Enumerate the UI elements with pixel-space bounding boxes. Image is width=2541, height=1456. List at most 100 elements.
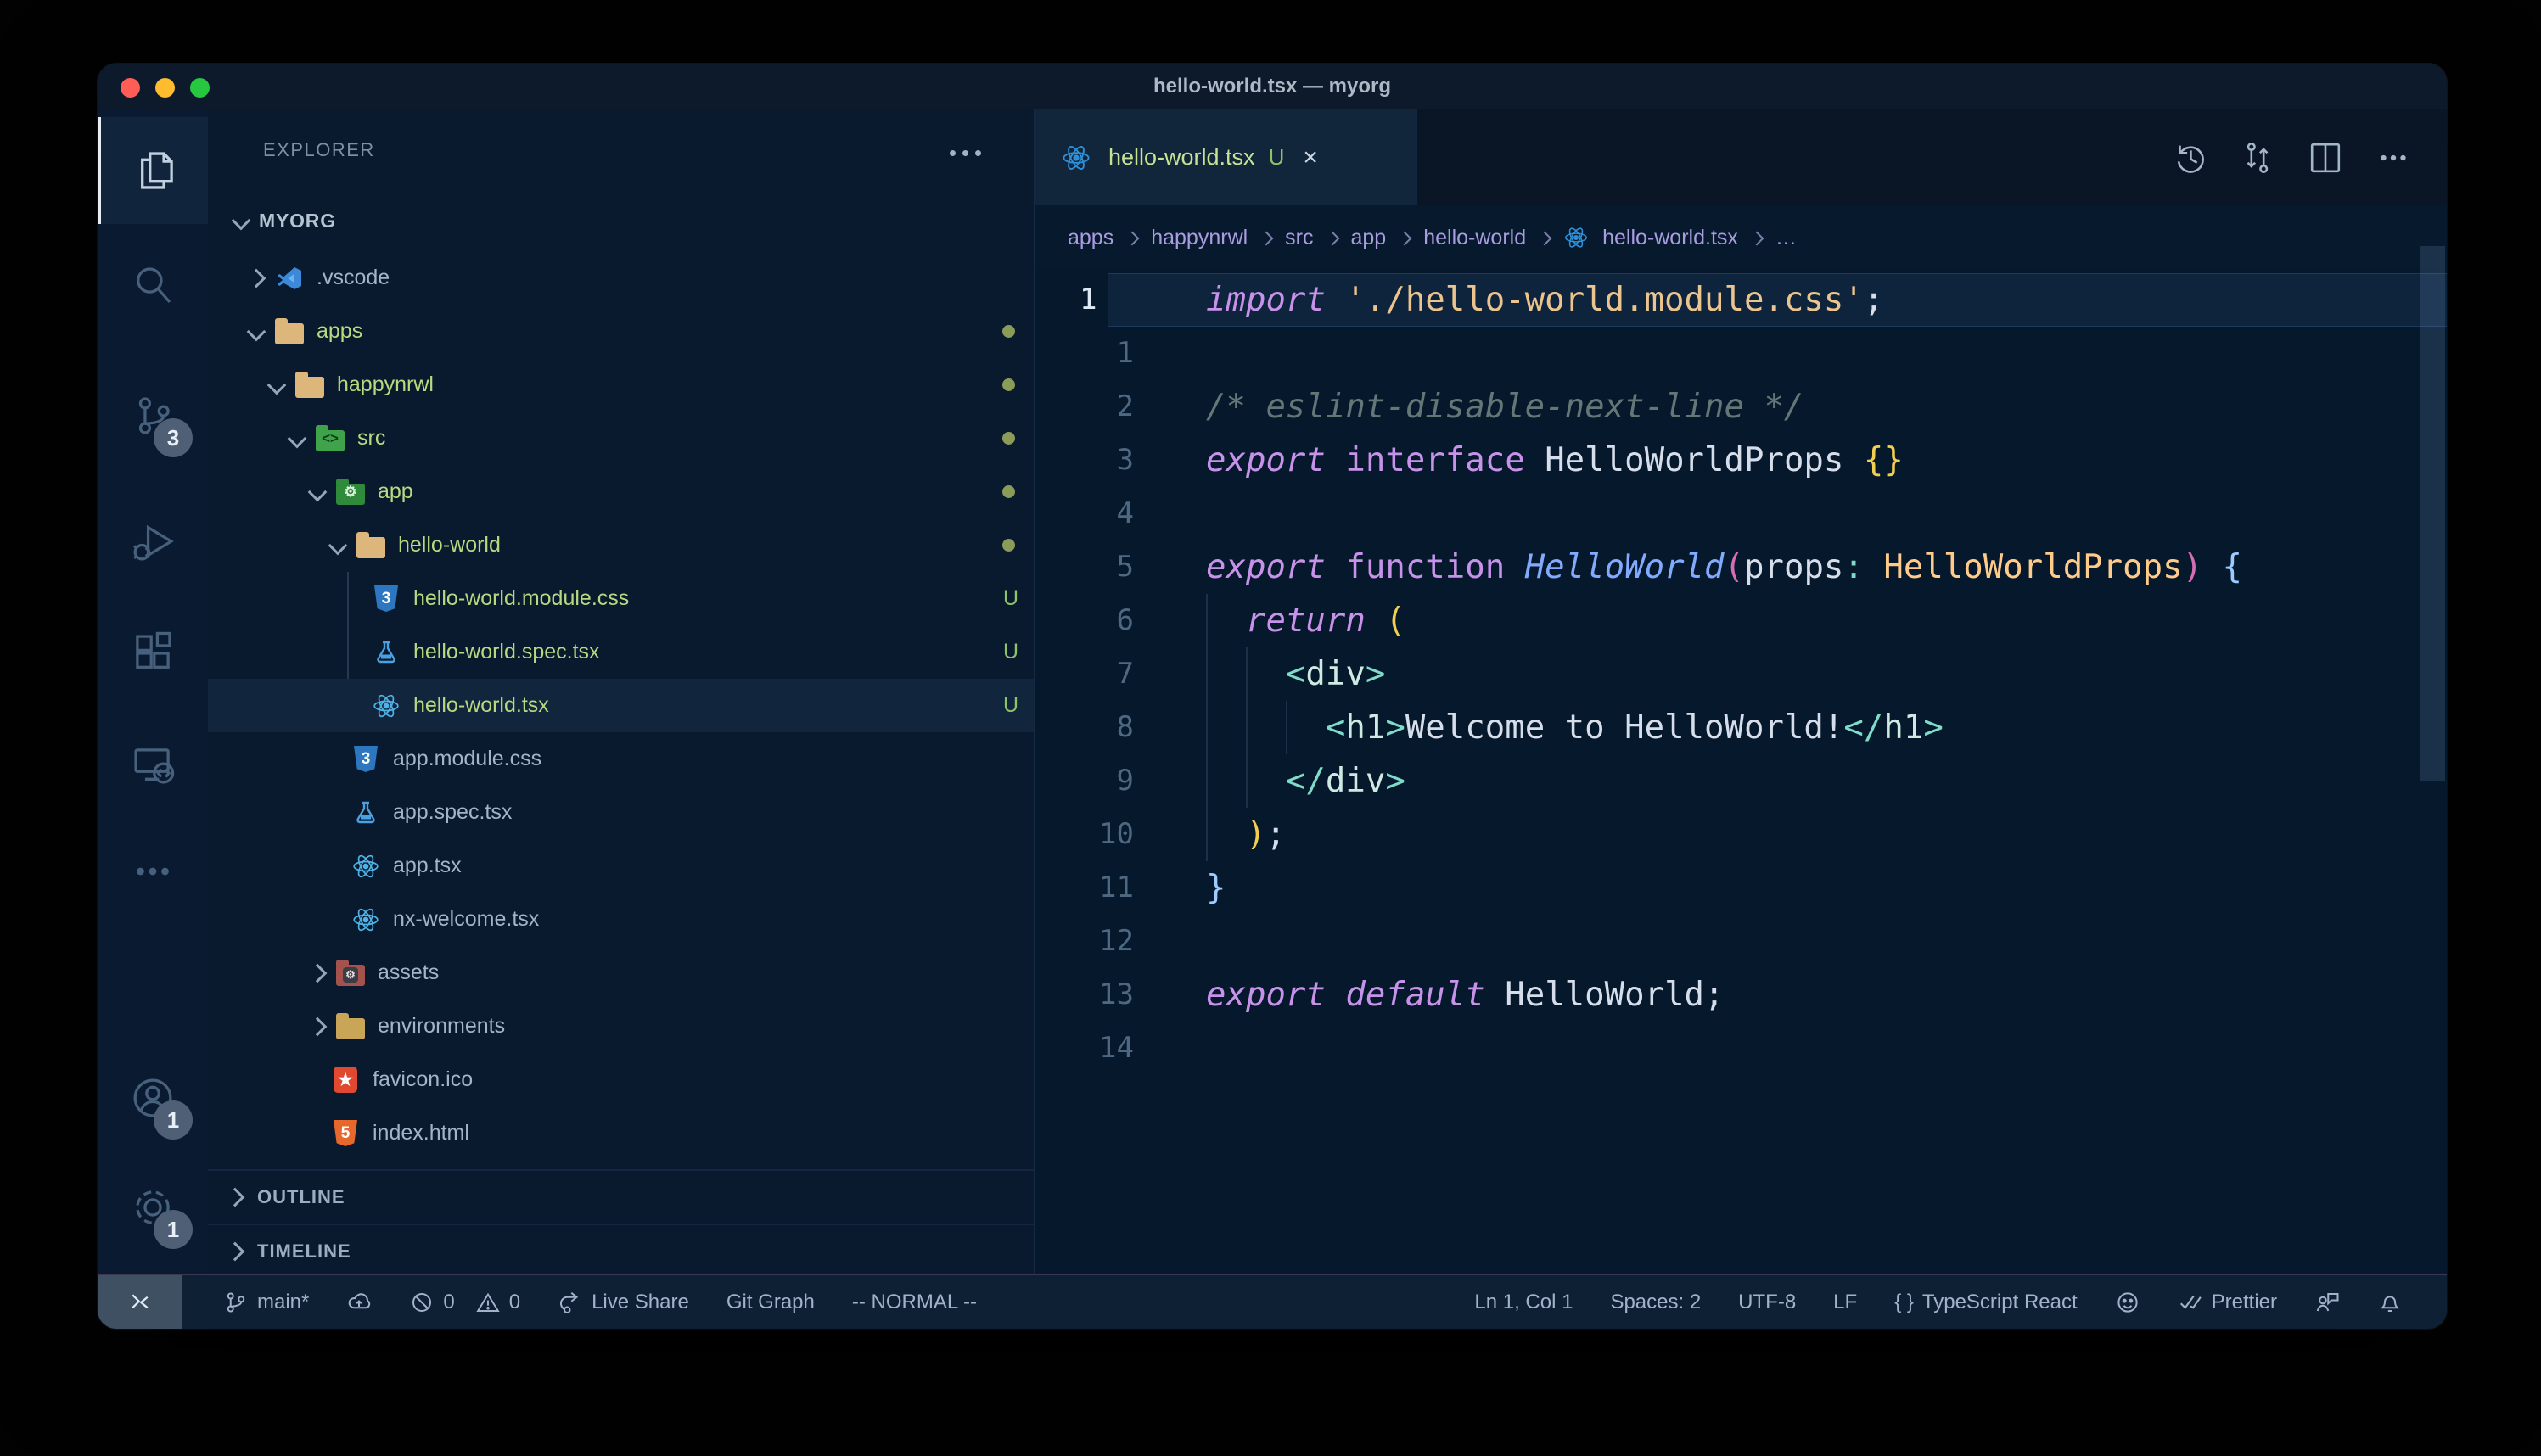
outline-panel-header[interactable]: OUTLINE: [208, 1169, 1034, 1224]
problems-status[interactable]: 0 0: [409, 1290, 520, 1315]
encoding-setting[interactable]: UTF-8: [1738, 1291, 1796, 1314]
tree-item-favicon-ico[interactable]: ★ favicon.ico: [208, 1053, 1034, 1106]
code-line[interactable]: 1import './hello-world.module.css';: [1035, 273, 2447, 327]
octoface-icon: [2115, 1290, 2140, 1315]
vscode-window: hello-world.tsx — myorg 3: [98, 64, 2447, 1329]
code-line[interactable]: 5export function HelloWorld(props: Hello…: [1035, 540, 2447, 594]
chevron-right-icon: [1125, 232, 1140, 246]
live-share-button[interactable]: Live Share: [558, 1290, 689, 1315]
tree-item-app-module-css[interactable]: 3 app.module.css: [208, 732, 1034, 786]
editor-scrollbar[interactable]: [2420, 246, 2445, 781]
source-control-icon[interactable]: 3: [98, 362, 208, 469]
line-number: 14: [1035, 1022, 1134, 1075]
tree-item-apps[interactable]: apps: [208, 305, 1034, 358]
react-file-icon: [351, 904, 381, 935]
editor-actions: [2170, 109, 2413, 205]
files-icon: [132, 146, 181, 195]
breadcrumb-src[interactable]: src: [1285, 226, 1313, 250]
tree-item-app[interactable]: ⚙ app: [208, 465, 1034, 518]
github-status[interactable]: [2115, 1290, 2140, 1315]
sync-changes-button[interactable]: [346, 1290, 372, 1315]
line-number: 12: [1035, 915, 1134, 968]
close-tab-icon[interactable]: ×: [1303, 143, 1318, 172]
tree-item-hello-world-tsx-selected[interactable]: hello-world.tsx U: [208, 679, 1034, 732]
tree-item-src[interactable]: <> src: [208, 412, 1034, 465]
git-modified-dot: [1002, 539, 1015, 552]
folder-icon: [274, 316, 305, 347]
code-line[interactable]: 11}: [1035, 861, 2447, 915]
remote-explorer-icon[interactable]: [98, 712, 208, 819]
tab-bar: hello-world.tsx U ×: [1035, 109, 2447, 207]
code-line[interactable]: 2/* eslint-disable-next-line */: [1035, 380, 2447, 434]
code-line[interactable]: 7 <div>: [1035, 647, 2447, 701]
status-bar: main* 0 0 Live Share Git Graph: [98, 1274, 2447, 1329]
code-line[interactable]: 8 <h1>Welcome to HelloWorld!</h1>: [1035, 701, 2447, 754]
breadcrumb-file[interactable]: hello-world.tsx: [1602, 226, 1738, 250]
split-editor-icon[interactable]: [2306, 138, 2345, 177]
cursor-position[interactable]: Ln 1, Col 1: [1474, 1291, 1573, 1314]
cloud-upload-icon: [346, 1290, 372, 1315]
breadcrumb-happynrwl[interactable]: happynrwl: [1151, 226, 1248, 250]
tree-item-hello-world-spec-tsx[interactable]: hello-world.spec.tsx U: [208, 625, 1034, 679]
code-line[interactable]: 6 return (: [1035, 594, 2447, 647]
code-line[interactable]: 3export interface HelloWorldProps {}: [1035, 434, 2447, 487]
explorer-more-actions-icon[interactable]: [950, 150, 981, 156]
code-area[interactable]: 1import './hello-world.module.css';12/* …: [1035, 270, 2447, 1275]
language-mode[interactable]: { } TypeScript React: [1894, 1291, 2077, 1314]
vim-mode-indicator[interactable]: -- NORMAL --: [852, 1291, 977, 1314]
breadcrumb-symbol[interactable]: …: [1775, 226, 1797, 250]
code-line[interactable]: 14: [1035, 1022, 2447, 1075]
code-line[interactable]: 1: [1035, 327, 2447, 380]
code-line[interactable]: 10 );: [1035, 808, 2447, 861]
run-debug-icon[interactable]: [98, 488, 208, 595]
tree-item-hello-world-folder[interactable]: hello-world: [208, 518, 1034, 572]
prettier-status[interactable]: Prettier: [2178, 1290, 2277, 1315]
tree-item-nx-welcome-tsx[interactable]: nx-welcome.tsx: [208, 893, 1034, 946]
code-line[interactable]: 9 </div>: [1035, 754, 2447, 808]
more-views-icon[interactable]: [98, 818, 208, 925]
tree-item-environments[interactable]: environments: [208, 1000, 1034, 1053]
search-icon[interactable]: [98, 232, 208, 339]
compare-changes-icon[interactable]: [2238, 138, 2277, 177]
tree-item-vscode-folder[interactable]: .vscode: [208, 251, 1034, 305]
accounts-icon[interactable]: 1: [98, 1044, 208, 1151]
folder-icon: [356, 530, 386, 561]
tree-item-app-spec-tsx[interactable]: app.spec.tsx: [208, 786, 1034, 839]
scm-badge: 3: [154, 418, 193, 457]
breadcrumb-app[interactable]: app: [1351, 226, 1387, 250]
explorer-icon[interactable]: [98, 117, 211, 224]
git-untracked-badge: U: [1003, 625, 1018, 679]
line-number: 3: [1035, 434, 1134, 487]
tree-item-app-tsx[interactable]: app.tsx: [208, 839, 1034, 893]
tree-item-assets[interactable]: ⚙ assets: [208, 946, 1034, 1000]
breadcrumb-hello-world[interactable]: hello-world: [1423, 226, 1526, 250]
code-line[interactable]: 4: [1035, 487, 2447, 540]
timeline-panel-header[interactable]: TIMELINE: [208, 1224, 1034, 1278]
vscode-folder-icon: [274, 263, 305, 294]
breadcrumb-apps[interactable]: apps: [1068, 226, 1113, 250]
line-number: 4: [1035, 487, 1134, 540]
chevron-right-icon: [1325, 232, 1339, 246]
tab-hello-world-tsx[interactable]: hello-world.tsx U ×: [1035, 109, 1417, 205]
window-title: hello-world.tsx — myorg: [98, 64, 2447, 109]
editor-more-actions-icon[interactable]: [2374, 138, 2413, 177]
title-bar[interactable]: hello-world.tsx — myorg: [98, 64, 2447, 110]
favicon-file-icon: ★: [330, 1065, 361, 1095]
workspace-section-header[interactable]: MYORG: [208, 191, 1034, 250]
settings-gear-icon[interactable]: 1: [98, 1154, 208, 1261]
code-line[interactable]: 12: [1035, 915, 2447, 968]
remote-indicator[interactable]: [98, 1275, 182, 1329]
chevron-right-icon: [1398, 232, 1412, 246]
git-graph-button[interactable]: Git Graph: [726, 1291, 815, 1314]
git-branch-status[interactable]: main*: [223, 1290, 309, 1315]
tree-item-hello-world-module-css[interactable]: 3 hello-world.module.css U: [208, 572, 1034, 625]
extensions-icon[interactable]: [98, 600, 208, 707]
notifications-button[interactable]: [2377, 1290, 2403, 1315]
code-line[interactable]: 13export default HelloWorld;: [1035, 968, 2447, 1022]
tree-item-index-html[interactable]: 5 index.html: [208, 1106, 1034, 1160]
feedback-button[interactable]: [2314, 1290, 2340, 1315]
indentation-setting[interactable]: Spaces: 2: [1610, 1291, 1701, 1314]
eol-setting[interactable]: LF: [1833, 1291, 1857, 1314]
tree-item-happynrwl[interactable]: happynrwl: [208, 358, 1034, 412]
timeline-history-icon[interactable]: [2170, 138, 2209, 177]
